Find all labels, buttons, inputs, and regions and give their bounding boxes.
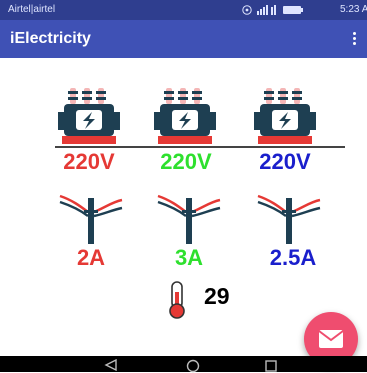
- home-icon[interactable]: [186, 359, 200, 373]
- navigation-bar: [0, 356, 367, 373]
- hotspot-icon: [242, 5, 252, 15]
- voltage-phase-3: 220V: [259, 149, 311, 174]
- power-line-icon: [59, 194, 123, 244]
- divider-line: [55, 146, 345, 148]
- current-phase-1: 2A: [76, 245, 106, 270]
- back-icon[interactable]: [104, 359, 118, 371]
- status-bar: Airtel|airtel 5:23 AM: [0, 0, 367, 20]
- status-icons: [241, 4, 331, 19]
- temperature-value: 29: [204, 283, 230, 309]
- voltage-phase-1: 220V: [63, 149, 115, 174]
- thermometer-icon: [169, 281, 185, 319]
- power-line-icon: [257, 194, 321, 244]
- app-title: iElectricity: [10, 30, 91, 47]
- voltage-phase-2: 220V: [160, 149, 212, 174]
- carrier-label: Airtel|airtel: [8, 4, 56, 15]
- mail-icon: [318, 330, 344, 348]
- transformer-icon: [254, 88, 316, 144]
- status-time: 5:23 AM: [340, 4, 367, 15]
- app-bar: iElectricity: [0, 20, 367, 58]
- transformer-icon: [154, 88, 216, 144]
- battery-icon: [283, 6, 303, 14]
- power-line-icon: [157, 194, 221, 244]
- current-phase-2: 3A: [174, 245, 204, 270]
- overflow-menu-icon[interactable]: [350, 30, 358, 48]
- signal-icon: [257, 5, 276, 15]
- current-phase-3: 2.5A: [269, 245, 317, 270]
- recent-apps-icon[interactable]: [264, 359, 278, 373]
- transformer-icon: [58, 88, 120, 144]
